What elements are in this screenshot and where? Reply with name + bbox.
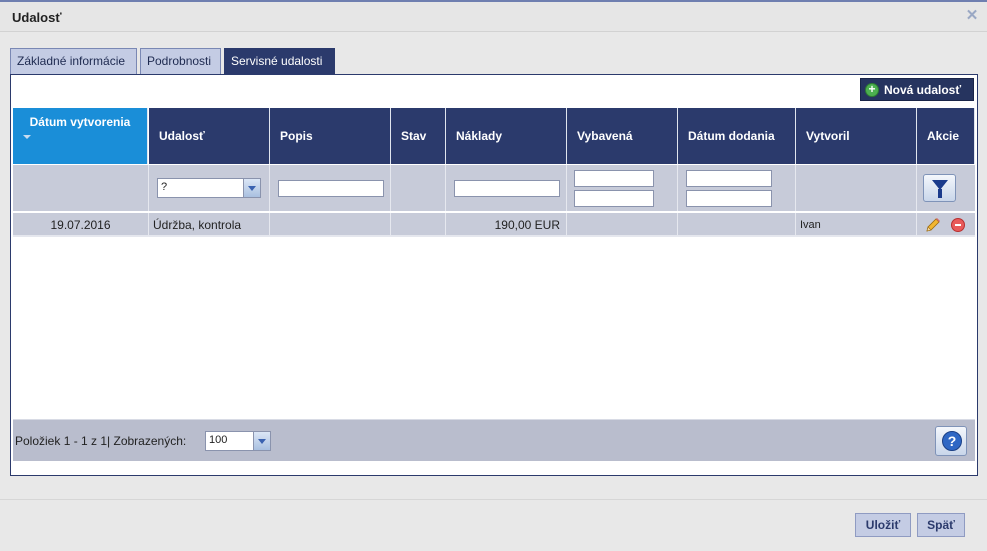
cell-description xyxy=(270,213,391,237)
filter-cell-date xyxy=(13,165,149,211)
grid-pager: Položiek 1 - 1 z 1| Zobrazených: 100 ? xyxy=(13,419,975,461)
filter-cell-event: ? xyxy=(149,165,270,211)
table-row[interactable]: 19.07.2016 Údržba, kontrola 190,00 EUR I… xyxy=(13,213,975,237)
cell-created-by: Ivan xyxy=(796,213,917,237)
cell-cost: 190,00 EUR xyxy=(446,213,567,237)
resolved-to-input[interactable] xyxy=(574,190,654,207)
window-title: Udalosť xyxy=(12,10,62,25)
column-header-cost[interactable]: Náklady xyxy=(446,108,567,164)
delivery-date-from-input[interactable] xyxy=(686,170,772,187)
cell-event: Údržba, kontrola xyxy=(149,213,270,237)
service-events-panel: + Nová udalosť Dátum vytvorenia Udalosť … xyxy=(10,74,978,476)
tab-details[interactable]: Podrobnosti xyxy=(140,48,221,74)
resolved-from-input[interactable] xyxy=(574,170,654,187)
description-filter-input[interactable] xyxy=(278,180,384,197)
event-filter-select[interactable]: ? xyxy=(157,178,261,198)
new-event-button[interactable]: + Nová udalosť xyxy=(860,78,974,101)
cell-date: 19.07.2016 xyxy=(13,213,149,237)
filter-cell-resolved xyxy=(567,165,678,211)
tab-service-events[interactable]: Servisné udalosti xyxy=(224,48,335,74)
column-header-event[interactable]: Udalosť xyxy=(149,108,270,164)
column-header-created-date[interactable]: Dátum vytvorenia xyxy=(13,108,148,164)
help-button[interactable]: ? xyxy=(935,426,967,456)
event-filter-value: ? xyxy=(161,181,168,193)
apply-filter-button[interactable] xyxy=(923,174,956,202)
cost-filter-input[interactable] xyxy=(454,180,560,197)
close-icon[interactable]: ✕ xyxy=(965,8,979,23)
page-size-select[interactable]: 100 xyxy=(205,431,271,451)
chevron-down-icon[interactable] xyxy=(243,179,260,197)
filter-cell-delivery-date xyxy=(678,165,796,211)
cell-status xyxy=(391,213,446,237)
page-size-value: 100 xyxy=(209,434,228,446)
question-icon: ? xyxy=(942,431,962,451)
column-header-actions: Akcie xyxy=(917,108,975,164)
cell-actions xyxy=(917,213,975,237)
delivery-date-to-input[interactable] xyxy=(686,190,772,207)
filter-cell-description xyxy=(270,165,391,211)
filter-cell-cost xyxy=(446,165,567,211)
cell-delivery-date xyxy=(678,213,796,237)
new-event-label: Nová udalosť xyxy=(884,82,962,97)
column-header-status[interactable]: Stav xyxy=(391,108,446,164)
column-header-delivery-date[interactable]: Dátum dodania xyxy=(678,108,796,164)
chevron-down-icon[interactable] xyxy=(253,432,270,450)
save-button[interactable]: Uložiť xyxy=(855,513,911,537)
filter-cell-status xyxy=(391,165,446,211)
window-titlebar: Udalosť ✕ xyxy=(0,0,987,32)
plus-icon: + xyxy=(865,82,879,97)
filter-cell-actions xyxy=(917,165,975,211)
sort-desc-icon xyxy=(23,135,31,139)
funnel-icon xyxy=(932,180,948,198)
pager-info-text: Položiek 1 - 1 z 1| Zobrazených: xyxy=(15,434,187,448)
column-header-resolved[interactable]: Vybavená xyxy=(567,108,678,164)
column-header-created-by[interactable]: Vytvoril xyxy=(796,108,917,164)
column-header-label: Dátum vytvorenia xyxy=(29,115,131,129)
delete-icon[interactable] xyxy=(951,218,965,232)
divider xyxy=(0,499,987,500)
column-header-description[interactable]: Popis xyxy=(270,108,391,164)
cell-resolved xyxy=(567,213,678,237)
filter-cell-created-by xyxy=(796,165,917,211)
edit-pencil-icon[interactable] xyxy=(925,217,941,233)
filter-row: ? xyxy=(13,165,975,211)
pager-info: Položiek 1 - 1 z 1| Zobrazených: xyxy=(15,434,186,448)
back-button[interactable]: Späť xyxy=(917,513,965,537)
tab-basic-info[interactable]: Základné informácie xyxy=(10,48,137,74)
